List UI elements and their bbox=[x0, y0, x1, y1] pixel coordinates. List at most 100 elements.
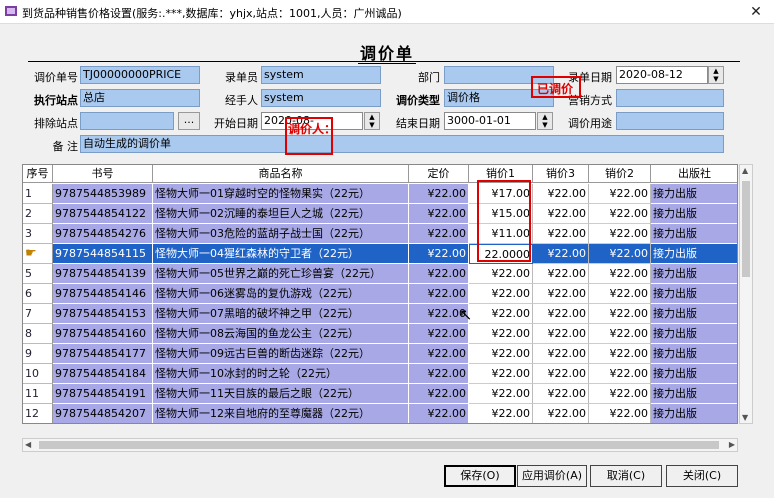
isbn-cell[interactable]: 9787544854146 bbox=[53, 284, 153, 304]
publisher-cell[interactable]: 接力出版 bbox=[651, 364, 737, 384]
price2-cell[interactable]: ¥22.00 bbox=[589, 244, 651, 264]
isbn-cell[interactable]: 9787544854207 bbox=[53, 404, 153, 423]
row-number[interactable]: 7 bbox=[23, 304, 53, 324]
product-name-cell[interactable]: 怪物大师一04猩红森林的守卫者（22元） bbox=[153, 244, 409, 264]
price1-cell[interactable]: ¥22.00 bbox=[469, 364, 533, 384]
col-header-name[interactable]: 商品名称 bbox=[153, 165, 409, 183]
product-name-cell[interactable]: 怪物大师一02沉睡的泰坦巨人之城（22元） bbox=[153, 204, 409, 224]
list-price-cell[interactable]: ¥22.00 bbox=[409, 384, 469, 404]
price1-cell[interactable]: ¥22.00 bbox=[469, 404, 533, 423]
publisher-cell[interactable]: 接力出版 bbox=[651, 284, 737, 304]
entry-date-spinner[interactable]: ▲ ▼ bbox=[708, 66, 724, 84]
price1-cell[interactable]: ¥22.00 bbox=[469, 384, 533, 404]
isbn-cell[interactable]: 9787544854184 bbox=[53, 364, 153, 384]
row-number[interactable]: ☛ bbox=[23, 244, 53, 264]
price2-cell[interactable]: ¥22.00 bbox=[589, 344, 651, 364]
price3-cell[interactable]: ¥22.00 bbox=[533, 324, 589, 344]
price1-cell[interactable]: ¥22.00 bbox=[469, 264, 533, 284]
product-name-cell[interactable]: 怪物大师一05世界之巅的死亡珍兽宴（22元） bbox=[153, 264, 409, 284]
end-date-spinner[interactable]: ▲ ▼ bbox=[537, 112, 553, 130]
remark-field[interactable]: 自动生成的调价单 bbox=[80, 135, 724, 153]
scroll-right-icon[interactable]: ▶ bbox=[729, 440, 735, 449]
price3-cell[interactable]: ¥22.00 bbox=[533, 404, 589, 423]
product-name-cell[interactable]: 怪物大师一01穿越时空的怪物果实（22元） bbox=[153, 184, 409, 204]
price2-cell[interactable]: ¥22.00 bbox=[589, 224, 651, 244]
col-header-isbn[interactable]: 书号 bbox=[53, 165, 153, 183]
save-button[interactable]: 保存(O) bbox=[444, 465, 516, 487]
price3-cell[interactable]: ¥22.00 bbox=[533, 244, 589, 264]
price2-cell[interactable]: ¥22.00 bbox=[589, 284, 651, 304]
end-date-field[interactable]: 3000-01-01 bbox=[444, 112, 536, 130]
publisher-cell[interactable]: 接力出版 bbox=[651, 304, 737, 324]
row-number[interactable]: 3 bbox=[23, 224, 53, 244]
horizontal-scrollbar[interactable]: ◀ ▶ bbox=[22, 438, 738, 452]
entry-date-field[interactable]: 2020-08-12 bbox=[616, 66, 708, 84]
product-name-cell[interactable]: 怪物大师一09远古巨兽的断齿迷踪（22元） bbox=[153, 344, 409, 364]
publisher-cell[interactable]: 接力出版 bbox=[651, 344, 737, 364]
isbn-cell[interactable]: 9787544854122 bbox=[53, 204, 153, 224]
publisher-cell[interactable]: 接力出版 bbox=[651, 244, 737, 264]
price1-cell[interactable]: ¥22.00 bbox=[469, 324, 533, 344]
price1-cell[interactable]: ¥22.00 bbox=[469, 344, 533, 364]
publisher-cell[interactable]: 接力出版 bbox=[651, 264, 737, 284]
row-number[interactable]: 11 bbox=[23, 384, 53, 404]
price3-cell[interactable]: ¥22.00 bbox=[533, 184, 589, 204]
product-name-cell[interactable]: 怪物大师一06迷雾岛的复仇游戏（22元） bbox=[153, 284, 409, 304]
list-price-cell[interactable]: ¥22.00 bbox=[409, 364, 469, 384]
list-price-cell[interactable]: ¥22.00 bbox=[409, 284, 469, 304]
price3-cell[interactable]: ¥22.00 bbox=[533, 264, 589, 284]
price2-cell[interactable]: ¥22.00 bbox=[589, 404, 651, 423]
scroll-down-icon[interactable]: ▼ bbox=[742, 413, 748, 422]
col-header-no[interactable]: 序号 bbox=[23, 165, 53, 183]
price1-cell[interactable]: ¥22.00 bbox=[469, 304, 533, 324]
price3-cell[interactable]: ¥22.00 bbox=[533, 204, 589, 224]
row-number[interactable]: 6 bbox=[23, 284, 53, 304]
cancel-button[interactable]: 取消(C) bbox=[590, 465, 662, 487]
list-price-cell[interactable]: ¥22.00 bbox=[409, 264, 469, 284]
isbn-cell[interactable]: 9787544854177 bbox=[53, 344, 153, 364]
scroll-up-icon[interactable]: ▲ bbox=[742, 166, 748, 175]
isbn-cell[interactable]: 9787544854139 bbox=[53, 264, 153, 284]
row-number[interactable]: 2 bbox=[23, 204, 53, 224]
price3-cell[interactable]: ¥22.00 bbox=[533, 364, 589, 384]
col-header-publisher[interactable]: 出版社 bbox=[651, 165, 737, 183]
exclude-site-field[interactable] bbox=[80, 112, 174, 130]
price2-cell[interactable]: ¥22.00 bbox=[589, 264, 651, 284]
close-button[interactable]: 关闭(C) bbox=[666, 465, 738, 487]
publisher-cell[interactable]: 接力出版 bbox=[651, 184, 737, 204]
isbn-cell[interactable]: 9787544854160 bbox=[53, 324, 153, 344]
price2-cell[interactable]: ¥22.00 bbox=[589, 384, 651, 404]
product-name-cell[interactable]: 怪物大师一10冰封的时之轮（22元） bbox=[153, 364, 409, 384]
price2-cell[interactable]: ¥22.00 bbox=[589, 204, 651, 224]
price3-cell[interactable]: ¥22.00 bbox=[533, 344, 589, 364]
list-price-cell[interactable]: ¥22.00 bbox=[409, 244, 469, 264]
product-name-cell[interactable]: 怪物大师一03危险的蓝胡子战士国（22元） bbox=[153, 224, 409, 244]
row-number[interactable]: 5 bbox=[23, 264, 53, 284]
publisher-cell[interactable]: 接力出版 bbox=[651, 324, 737, 344]
row-number[interactable]: 8 bbox=[23, 324, 53, 344]
list-price-cell[interactable]: ¥22.00 bbox=[409, 324, 469, 344]
publisher-cell[interactable]: 接力出版 bbox=[651, 204, 737, 224]
price3-cell[interactable]: ¥22.00 bbox=[533, 384, 589, 404]
vertical-scroll-thumb[interactable] bbox=[742, 181, 750, 277]
price3-cell[interactable]: ¥22.00 bbox=[533, 304, 589, 324]
isbn-cell[interactable]: 9787544854115 bbox=[53, 244, 153, 264]
product-name-cell[interactable]: 怪物大师一12来自地府的至尊魔器（22元） bbox=[153, 404, 409, 423]
publisher-cell[interactable]: 接力出版 bbox=[651, 224, 737, 244]
publisher-cell[interactable]: 接力出版 bbox=[651, 384, 737, 404]
price3-cell[interactable]: ¥22.00 bbox=[533, 284, 589, 304]
col-header-price3[interactable]: 销价3 bbox=[533, 165, 589, 183]
scroll-left-icon[interactable]: ◀ bbox=[25, 440, 31, 449]
vertical-scrollbar[interactable]: ▲ ▼ bbox=[739, 164, 753, 424]
list-price-cell[interactable]: ¥22.00 bbox=[409, 344, 469, 364]
exec-site-field[interactable]: 总店 bbox=[80, 89, 200, 107]
price2-cell[interactable]: ¥22.00 bbox=[589, 364, 651, 384]
publisher-cell[interactable]: 接力出版 bbox=[651, 404, 737, 423]
start-date-spinner[interactable]: ▲ ▼ bbox=[364, 112, 380, 130]
col-header-price2[interactable]: 销价2 bbox=[589, 165, 651, 183]
exclude-site-picker-button[interactable]: ... bbox=[178, 112, 200, 130]
close-window-button[interactable]: ✕ bbox=[744, 2, 768, 22]
price2-cell[interactable]: ¥22.00 bbox=[589, 324, 651, 344]
purpose-field[interactable] bbox=[616, 112, 724, 130]
list-price-cell[interactable]: ¥22.00 bbox=[409, 404, 469, 423]
